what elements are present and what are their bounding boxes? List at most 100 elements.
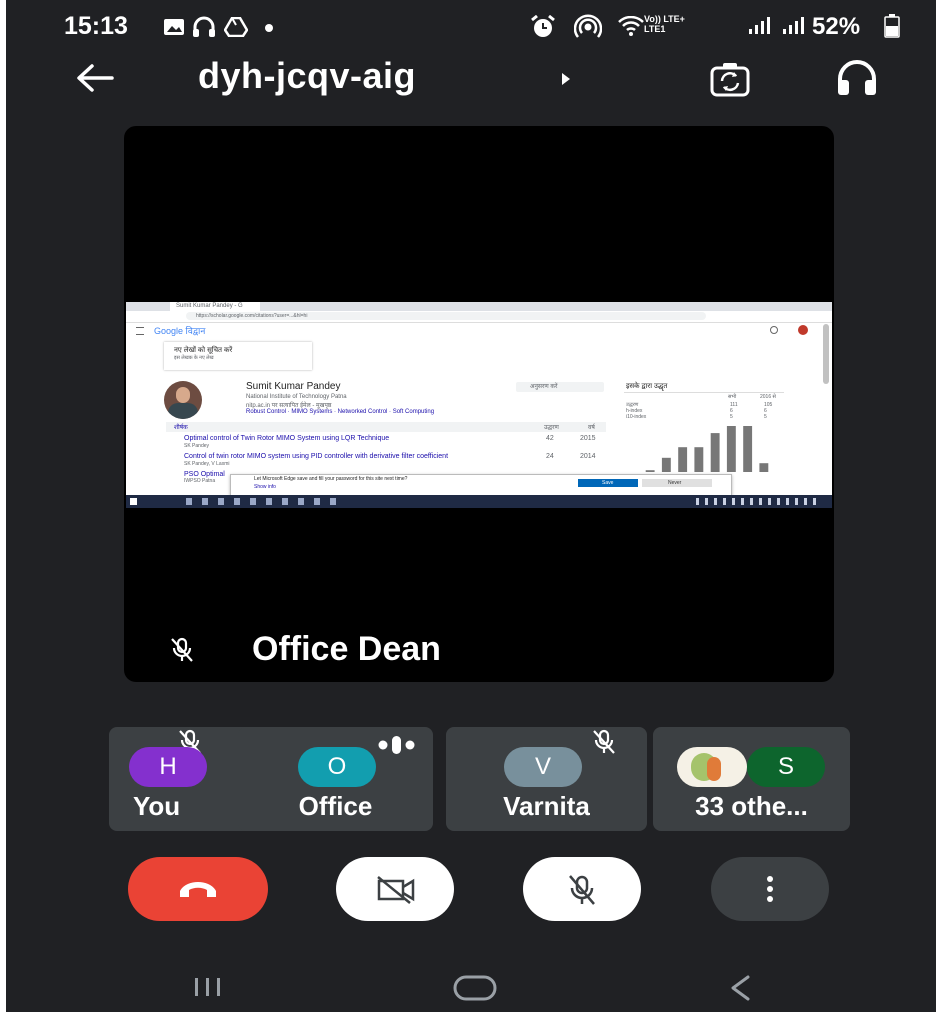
notification-dot-icon bbox=[265, 24, 273, 32]
citation-bar bbox=[710, 433, 720, 472]
citation-bar bbox=[678, 447, 688, 472]
network-type-label: Vo)) LTE+ LTE1 bbox=[644, 14, 685, 34]
paper-3-meta: IWPSO Patna bbox=[184, 478, 216, 484]
scholar-avatar bbox=[798, 325, 808, 335]
page-scrollbar bbox=[823, 324, 829, 384]
list-header-cited: उद्धरण bbox=[544, 425, 559, 431]
notice-line-1: नए लेखों को सूचित करें bbox=[174, 347, 233, 354]
end-call-button[interactable] bbox=[128, 857, 268, 921]
paper-1-cited: 42 bbox=[546, 435, 554, 442]
citation-bar bbox=[726, 426, 736, 472]
participant-label: Varnita bbox=[503, 791, 590, 821]
list-header-title: शीर्षक bbox=[174, 425, 188, 431]
more-options-button[interactable] bbox=[711, 857, 829, 921]
switch-camera-icon[interactable] bbox=[710, 61, 750, 97]
follow-button-label: अनुसरण करें bbox=[530, 384, 558, 390]
profile-affiliation: National Institute of Technology Patna bbox=[246, 394, 347, 400]
citation-bar bbox=[694, 447, 704, 472]
status-time: 15:13 bbox=[64, 12, 128, 40]
avatar: O bbox=[298, 747, 376, 787]
citations-bar-chart bbox=[645, 426, 769, 472]
edge-prompt-link: Show info bbox=[254, 484, 276, 490]
participant-tile-others[interactable]: S 33 othe... bbox=[653, 727, 850, 831]
taskbar-app-icons bbox=[186, 498, 346, 505]
gallery-icon bbox=[163, 18, 185, 36]
profile-name: Sumit Kumar Pandey bbox=[246, 381, 341, 392]
phone-screen: 15:13 Vo)) LTE+ LTE1 52% dyh-jcqv-aig Su… bbox=[6, 0, 936, 1012]
notice-line-2: इस लेखक के नए लेख bbox=[174, 355, 214, 361]
scholar-logo: Google विद्वान bbox=[154, 326, 206, 336]
avatar: S bbox=[747, 747, 825, 787]
nav-back-icon[interactable] bbox=[728, 974, 752, 1002]
citation-bar bbox=[743, 426, 753, 472]
paper-list-header-bg bbox=[166, 422, 606, 432]
presenter-name: Office Dean bbox=[252, 630, 441, 668]
edge-save-label: Save bbox=[602, 480, 614, 486]
hotspot-icon bbox=[574, 14, 602, 40]
participant-label: 33 othe... bbox=[695, 791, 808, 821]
taskbar-tray bbox=[696, 498, 816, 505]
phone-hangup-icon bbox=[178, 877, 218, 899]
profile-photo bbox=[164, 381, 202, 419]
back-arrow-icon[interactable] bbox=[74, 62, 114, 94]
presenter-tile[interactable]: Sumit Kumar Pandey - G https://scholar.g… bbox=[124, 126, 834, 682]
taskbar-start-icon bbox=[130, 498, 137, 505]
signal-icon-2 bbox=[782, 15, 808, 35]
edge-never-label: Never bbox=[668, 480, 682, 486]
citation-bar bbox=[661, 457, 671, 472]
participant-label: Office bbox=[298, 791, 373, 821]
shared-screen: Sumit Kumar Pandey - G https://scholar.g… bbox=[126, 302, 832, 508]
list-header-year: वर्ष bbox=[588, 425, 595, 431]
edge-prompt-text: Let Microsoft Edge save and fill your pa… bbox=[254, 476, 408, 482]
browser-tab-title: Sumit Kumar Pandey - G bbox=[176, 303, 243, 309]
scholar-search-icon bbox=[770, 326, 778, 334]
microphone-toggle-button[interactable] bbox=[523, 857, 641, 921]
sound-wave-icon bbox=[378, 735, 418, 755]
play-arrow-icon[interactable] bbox=[561, 72, 571, 86]
mic-off-icon bbox=[170, 637, 194, 663]
participant-tile-varnita[interactable]: V Varnita bbox=[446, 727, 647, 831]
headphones-icon[interactable] bbox=[835, 60, 879, 96]
paper-3-title: PSO Optimal bbox=[184, 471, 225, 478]
meeting-code-title[interactable]: dyh-jcqv-aig bbox=[198, 55, 416, 97]
citation-bar bbox=[759, 463, 769, 472]
recents-icon[interactable] bbox=[192, 976, 224, 998]
camera-toggle-button[interactable] bbox=[336, 857, 454, 921]
profile-email: nitp.ac.in पर सत्यापित ईमेल - मुखपृष्ठ bbox=[246, 403, 332, 409]
avatar-photo bbox=[677, 747, 747, 787]
cited-row-3-label: i10-index bbox=[626, 414, 647, 420]
paper-2-title: Control of twin rotor MIMO system using … bbox=[184, 453, 449, 460]
address-text: https://scholar.google.com/citations?use… bbox=[196, 313, 308, 319]
avatar: V bbox=[504, 747, 582, 787]
paper-2-meta: SK Pandey, V Laxmi bbox=[184, 461, 230, 467]
alarm-icon bbox=[530, 15, 556, 39]
drive-status-icon bbox=[224, 17, 248, 37]
cited-row-3-since: 5 bbox=[764, 414, 767, 420]
mic-off-icon bbox=[568, 874, 596, 906]
wifi-icon bbox=[618, 16, 644, 36]
headset-status-icon bbox=[192, 16, 216, 38]
cited-col-since: 2016 से bbox=[760, 394, 776, 400]
cited-by-divider bbox=[624, 392, 784, 393]
participant-tile-office[interactable]: O Office bbox=[238, 727, 433, 831]
battery-percent: 52% bbox=[812, 13, 861, 40]
signal-icon-1 bbox=[748, 15, 774, 35]
cited-col-all: सभी bbox=[728, 394, 737, 400]
participant-label: You bbox=[133, 791, 181, 821]
mic-off-icon bbox=[592, 729, 616, 755]
more-vert-icon bbox=[766, 875, 774, 903]
citation-bar bbox=[645, 470, 655, 472]
paper-2-cited: 24 bbox=[546, 453, 554, 460]
cited-row-3-all: 5 bbox=[730, 414, 733, 420]
scholar-menu-icon bbox=[136, 327, 144, 335]
cited-by-title: इसके द्वारा उद्धृत bbox=[626, 383, 668, 390]
camera-off-icon bbox=[376, 875, 416, 905]
paper-1-meta: SK Pandey bbox=[184, 443, 210, 449]
battery-icon bbox=[884, 14, 900, 38]
avatar: H bbox=[129, 747, 207, 787]
paper-1-title: Optimal control of Twin Rotor MIMO Syste… bbox=[184, 435, 390, 442]
home-icon[interactable] bbox=[452, 974, 498, 1002]
profile-interests: Robust Control · MIMO Systems · Networke… bbox=[246, 409, 435, 415]
paper-1-year: 2015 bbox=[580, 435, 596, 442]
paper-2-year: 2014 bbox=[580, 453, 596, 460]
